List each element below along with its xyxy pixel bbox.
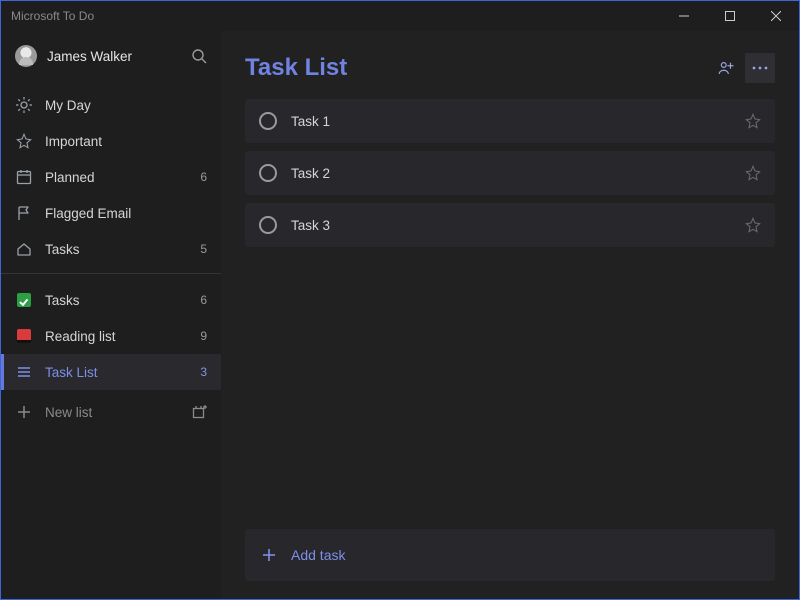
app-window: Microsoft To Do James Walker bbox=[0, 0, 800, 600]
window-close-button[interactable] bbox=[753, 1, 799, 31]
sidebar-item-count: 9 bbox=[200, 329, 207, 343]
list-color-icon bbox=[15, 291, 33, 309]
sidebar-item-myday[interactable]: My Day bbox=[1, 87, 221, 123]
task-title: Task 3 bbox=[291, 218, 745, 233]
profile-name: James Walker bbox=[47, 49, 132, 64]
task-star-button[interactable] bbox=[745, 217, 761, 233]
task-title: Task 2 bbox=[291, 166, 745, 181]
avatar bbox=[15, 45, 37, 67]
smart-lists: My Day Important Planned 6 bbox=[1, 85, 221, 267]
sidebar-item-count: 5 bbox=[200, 242, 207, 256]
sidebar-item-label: Tasks bbox=[45, 293, 200, 308]
sidebar-item-label: Tasks bbox=[45, 242, 200, 257]
window-minimize-button[interactable] bbox=[661, 1, 707, 31]
profile-row[interactable]: James Walker bbox=[1, 31, 221, 85]
sidebar-item-count: 6 bbox=[200, 170, 207, 184]
task-complete-toggle[interactable] bbox=[259, 216, 277, 234]
sidebar-item-reading[interactable]: Reading list 9 bbox=[1, 318, 221, 354]
new-list-label: New list bbox=[45, 405, 92, 420]
list-icon bbox=[15, 363, 33, 381]
sidebar-item-user-tasks[interactable]: Tasks 6 bbox=[1, 282, 221, 318]
main-header: Task List bbox=[245, 31, 775, 99]
sidebar-item-count: 6 bbox=[200, 293, 207, 307]
sidebar-separator bbox=[1, 273, 221, 274]
new-list-row[interactable]: New list bbox=[1, 392, 221, 432]
new-group-icon[interactable] bbox=[191, 404, 207, 420]
task-complete-toggle[interactable] bbox=[259, 112, 277, 130]
task-complete-toggle[interactable] bbox=[259, 164, 277, 182]
task-star-button[interactable] bbox=[745, 165, 761, 181]
add-task-label: Add task bbox=[291, 547, 345, 563]
user-lists: Tasks 6 Reading list 9 Task List 3 bbox=[1, 280, 221, 390]
sidebar-item-tasklist[interactable]: Task List 3 bbox=[1, 354, 221, 390]
sidebar-item-label: My Day bbox=[45, 98, 207, 113]
task-row[interactable]: Task 3 bbox=[245, 203, 775, 247]
plus-icon bbox=[15, 403, 33, 421]
page-title[interactable]: Task List bbox=[245, 54, 347, 82]
flag-icon bbox=[15, 204, 33, 222]
add-task-input[interactable]: Add task bbox=[245, 529, 775, 581]
plus-icon bbox=[261, 547, 277, 563]
sidebar-item-planned[interactable]: Planned 6 bbox=[1, 159, 221, 195]
task-list: Task 1 Task 2 Task 3 bbox=[245, 99, 775, 515]
task-star-button[interactable] bbox=[745, 113, 761, 129]
sun-icon bbox=[15, 96, 33, 114]
task-row[interactable]: Task 2 bbox=[245, 151, 775, 195]
calendar-icon bbox=[15, 168, 33, 186]
sidebar-item-tasks[interactable]: Tasks 5 bbox=[1, 231, 221, 267]
titlebar: Microsoft To Do bbox=[1, 1, 799, 31]
sidebar-item-label: Flagged Email bbox=[45, 206, 207, 221]
share-button[interactable] bbox=[711, 53, 741, 83]
sidebar-item-count: 3 bbox=[200, 365, 207, 379]
sidebar-item-label: Planned bbox=[45, 170, 200, 185]
home-icon bbox=[15, 240, 33, 258]
sidebar-item-flagged[interactable]: Flagged Email bbox=[1, 195, 221, 231]
main-pane: Task List Task 1 bbox=[221, 31, 799, 599]
star-icon bbox=[15, 132, 33, 150]
sidebar-item-label: Reading list bbox=[45, 329, 200, 344]
app-title: Microsoft To Do bbox=[11, 9, 94, 23]
sidebar-item-label: Task List bbox=[45, 365, 200, 380]
task-title: Task 1 bbox=[291, 114, 745, 129]
task-row[interactable]: Task 1 bbox=[245, 99, 775, 143]
sidebar-item-important[interactable]: Important bbox=[1, 123, 221, 159]
more-options-button[interactable] bbox=[745, 53, 775, 83]
list-color-icon bbox=[15, 327, 33, 345]
sidebar-item-label: Important bbox=[45, 134, 207, 149]
window-maximize-button[interactable] bbox=[707, 1, 753, 31]
search-icon[interactable] bbox=[191, 48, 207, 64]
sidebar: James Walker My Day Importan bbox=[1, 31, 221, 599]
